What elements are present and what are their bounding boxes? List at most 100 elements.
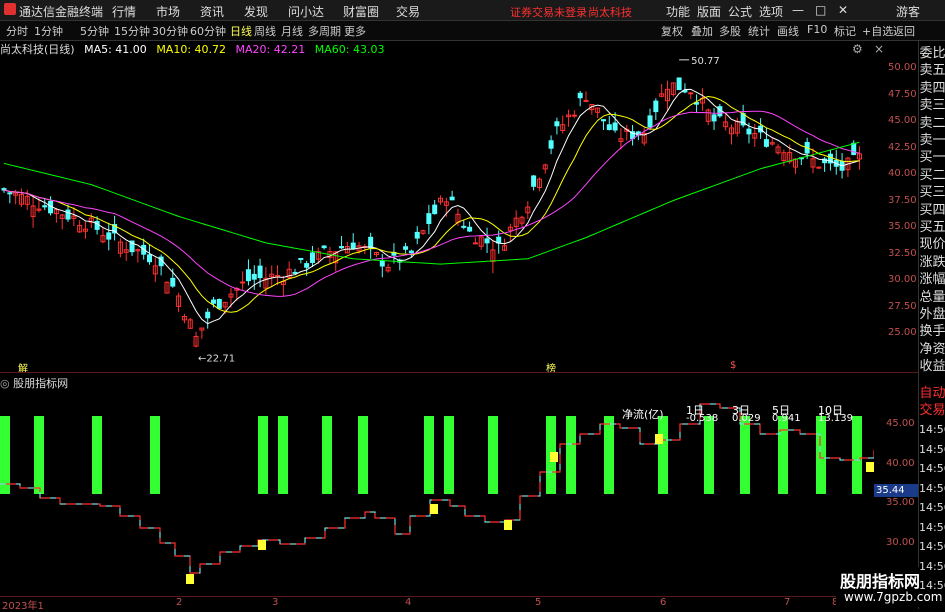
x-label-may: 5 [535,597,542,608]
candle-down [746,128,752,135]
ma-info-line: 尚太科技(日线) MA5: 41.00 MA10: 40.72 MA20: 42… [0,41,390,57]
mark-button[interactable]: 标记 [834,23,856,39]
ma20-label: MA20: 42.21 [235,43,306,56]
candle-down [414,231,420,239]
low-price-label: ←22.71 [198,353,235,364]
period-1min[interactable]: 1分钟 [34,23,63,39]
trade-time: 14:56 [919,501,945,514]
price-axis: 50.00 47.50 45.00 42.50 40.00 37.50 35.00 32.50… [886,57,918,367]
menu-item-market[interactable]: 行情 [112,3,136,20]
close-button[interactable]: ✕ [838,3,848,17]
candle-down [147,254,152,263]
candle-down [467,226,473,232]
sub-ylabel-30: 30.00 [886,537,915,548]
candle-down [245,269,251,282]
candle-up [816,166,822,169]
candle-down [461,225,467,228]
maximize-button[interactable]: □ [815,3,826,17]
quote-label: 委比 [919,46,945,61]
signal-bar [278,416,288,494]
menu-item-discover[interactable]: 发现 [244,3,268,20]
signal-bar [740,416,750,494]
period-more[interactable]: 更多 [344,23,366,39]
quote-side-panel: 委比 卖五 卖四 卖三 卖二 卖一 买一 买二 买三 买四 买五 现价 涨跌 涨幅 总量 外盘 换手 净资 收益 自动… [918,41,945,609]
candle-up [472,242,478,245]
menu-item-news[interactable]: 资讯 [200,3,224,20]
high-price-label: 50.77 [691,57,720,67]
period-30min[interactable]: 30分钟 [152,23,188,39]
candle-down [577,92,583,99]
auto-trade-button[interactable]: 自动 [919,385,945,402]
quote-label: 卖五 [919,63,945,79]
period-5min[interactable]: 5分钟 [80,23,109,39]
period-toolbar: 分时 1分钟 5分钟 15分钟 30分钟 60分钟 日线 周线 月线 多周期 更… [0,21,945,41]
draw-line-button[interactable]: 画线 [777,23,799,39]
f10-button[interactable]: F10 [807,23,827,36]
quote-label: 涨跌 [919,254,945,270]
trade-time: 14:56 [919,540,945,553]
period-weekly[interactable]: 周线 [254,23,276,39]
sub-ylabel-40: 40.00 [886,458,915,469]
trade-time: 14:56 [919,462,945,475]
adjust-button[interactable]: 复权 [661,23,683,39]
candle-up [240,281,246,284]
watermark-url: www.7gpzb.com [844,590,943,604]
quote-label: 总量 [919,289,945,305]
signal-bar [34,416,44,494]
minimize-button[interactable]: — [792,3,804,17]
menu-options[interactable]: 选项 [759,3,783,20]
signal-marker [504,520,512,530]
settings-gear-icon[interactable]: ⚙ [852,42,863,56]
trade-button[interactable]: 交易 [919,402,945,419]
candle-up [571,114,577,117]
trade-time: 14:56 [919,559,945,573]
menu-item-marketplace[interactable]: 市场 [156,3,180,20]
signal-marker [430,504,438,514]
dollar-marker: $ [730,360,737,371]
candle-down [257,265,263,279]
period-15min[interactable]: 15分钟 [114,23,150,39]
period-daily[interactable]: 日线 [230,23,252,39]
login-notice[interactable]: 证券交易未登录 [510,4,587,20]
app-title: 通达信金融终端 [19,5,104,19]
period-multi[interactable]: 多周期 [308,23,341,39]
overlay-button[interactable]: 叠加 [691,23,713,39]
close-chart-icon[interactable]: × [874,42,884,56]
period-monthly[interactable]: 月线 [281,23,303,39]
candle-down [647,115,653,128]
price-label: 37.50 [888,194,917,206]
candle-down [292,271,298,274]
candle-down [321,245,327,249]
guest-label[interactable]: 游客 [896,3,920,20]
signal-marker [866,462,874,472]
ma5-label: MA5: 41.00 [84,43,147,56]
candle-down [449,196,455,201]
menu-function[interactable]: 功能 [666,3,690,20]
multi-stock-button[interactable]: 多股 [719,23,741,39]
candle-down [676,77,682,91]
menu-bar: 通达信金融终端 行情 市场 资讯 发现 问小达 财富圈 交易 证券交易未登录 尚… [0,0,945,21]
candle-down [42,205,48,208]
menu-item-wealth[interactable]: 财富圈 [343,3,379,20]
period-60min[interactable]: 60分钟 [190,23,226,39]
x-label-jun: 6 [660,597,667,608]
trade-time: 14:56 [919,481,945,495]
candle-down [205,311,211,319]
candle-down [211,299,217,304]
statistics-button[interactable]: 统计 [748,23,770,39]
signal-marker [258,540,266,550]
back-button[interactable]: 返回 [893,23,915,39]
period-intraday[interactable]: 分时 [6,23,28,39]
menu-formula[interactable]: 公式 [728,3,752,20]
menu-item-assistant[interactable]: 问小达 [288,3,324,20]
trade-time: 14:56 [919,442,945,456]
flow-10d-value: 13.139 [818,413,853,424]
candle-down [216,298,222,309]
kline-chart[interactable]: 50.77 ←22.71 [0,57,918,367]
signal-bar [566,416,576,494]
menu-layout[interactable]: 版面 [697,3,721,20]
menu-item-trade[interactable]: 交易 [396,3,420,20]
trade-time: 14:56 [919,423,945,436]
candle-down [368,236,374,249]
add-watchlist-button[interactable]: +自选 [862,23,893,39]
